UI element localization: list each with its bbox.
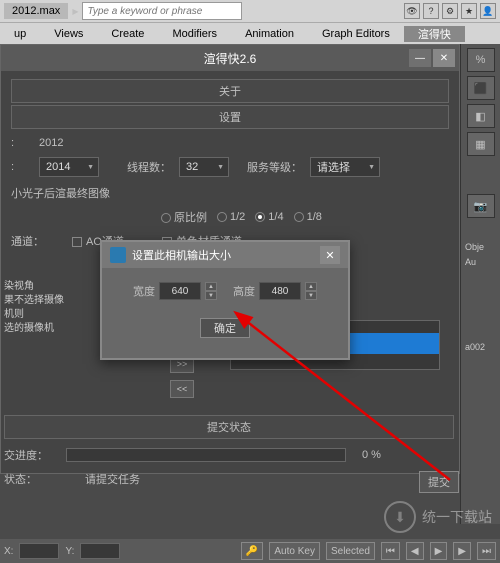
colon-label: :: [11, 161, 31, 173]
user-icon[interactable]: 👤: [480, 3, 496, 19]
height-up-icon[interactable]: ▲: [305, 282, 317, 291]
menu-up[interactable]: up: [0, 28, 40, 40]
render-note: 小光子后渲最终图像: [11, 185, 110, 201]
selected-dropdown[interactable]: Selected: [326, 542, 375, 560]
tool1-icon[interactable]: ⬛: [467, 76, 495, 100]
help-icon[interactable]: ?: [423, 3, 439, 19]
menu-views[interactable]: Views: [40, 28, 97, 40]
settings-header: 设置: [11, 105, 449, 129]
version-select[interactable]: 2014: [39, 157, 99, 177]
radio-quarter[interactable]: [255, 212, 265, 222]
app-icon: [110, 247, 126, 263]
y-label: Y:: [65, 546, 74, 557]
watermark: ⬇ 统一下载站: [384, 501, 492, 533]
object-list: Obje Au a002: [462, 240, 500, 355]
view-label: 染视角: [4, 280, 64, 294]
width-label: 宽度: [133, 283, 155, 299]
channel-label: 通道：: [11, 233, 44, 249]
file-tab[interactable]: 2012.max: [4, 3, 68, 19]
menu-animation[interactable]: Animation: [231, 28, 308, 40]
modal-title-bar: 设置此相机输出大小 ✕: [102, 242, 348, 268]
obj-header: Obje: [462, 240, 500, 255]
scroll-prev-button[interactable]: <<: [170, 380, 194, 398]
year-value: 2012: [39, 137, 63, 149]
progress-label: 交进度：: [4, 447, 48, 463]
width-down-icon[interactable]: ▼: [205, 291, 217, 300]
obj-au[interactable]: Au: [462, 255, 500, 270]
nocam-label: 果不选择摄像机则: [4, 294, 64, 322]
pct-icon[interactable]: %: [467, 48, 495, 72]
play-end-icon[interactable]: ⏭: [477, 542, 496, 560]
dropdown-icon[interactable]: ▶: [72, 7, 78, 16]
dialog-title-bar: 渲得快2.6 — ✕: [1, 45, 459, 71]
about-header: 关于: [11, 79, 449, 103]
service-select[interactable]: 请选择: [310, 157, 380, 177]
x-input[interactable]: [19, 543, 59, 559]
ratio-radio-group: 原比例 1/2 1/4 1/8: [161, 209, 322, 225]
menu-modifiers[interactable]: Modifiers: [158, 28, 231, 40]
threads-label: 线程数：: [127, 159, 171, 175]
progress-pct: 0 %: [362, 449, 381, 461]
height-input[interactable]: 480: [259, 282, 301, 300]
star-icon[interactable]: ★: [461, 3, 477, 19]
tool3-icon[interactable]: ▦: [467, 132, 495, 156]
play-start-icon[interactable]: ⏮: [381, 542, 400, 560]
status-bar: X: Y: 🔑 Auto Key Selected ⏮ ◀ ▶ ▶ ⏭: [0, 539, 500, 563]
search-input[interactable]: [82, 2, 242, 20]
submit-button[interactable]: 提交: [419, 471, 459, 493]
binoculars-icon[interactable]: 👁: [404, 3, 420, 19]
progress-bar: [66, 448, 346, 462]
year-label: :: [11, 137, 31, 149]
submit-section: 提交状态 交进度： 0 % 状态： 请提交任务 提交: [4, 415, 454, 495]
ok-button[interactable]: 确定: [200, 318, 250, 338]
output-size-modal: 设置此相机输出大小 ✕ 宽度 640 ▲ ▼ 高度 480 ▲ ▼ 确定: [100, 240, 350, 360]
menu-create[interactable]: Create: [97, 28, 158, 40]
y-input[interactable]: [80, 543, 120, 559]
selcam-label: 选的摄像机: [4, 322, 64, 336]
height-down-icon[interactable]: ▼: [305, 291, 317, 300]
play-prev-icon[interactable]: ◀: [406, 542, 424, 560]
status-label: 状态：: [4, 471, 37, 487]
title-bar: 2012.max ▶ 👁 ? ⚙ ★ 👤: [0, 0, 500, 22]
camera-icon[interactable]: 📷: [467, 194, 495, 218]
menu-graph-editors[interactable]: Graph Editors: [308, 28, 404, 40]
service-label: 服务等级：: [247, 159, 302, 175]
radio-half[interactable]: [217, 212, 227, 222]
dialog-title: 渲得快2.6: [204, 50, 257, 67]
width-input[interactable]: 640: [159, 282, 201, 300]
play-next-icon[interactable]: ▶: [453, 542, 471, 560]
width-up-icon[interactable]: ▲: [205, 282, 217, 291]
camera-labels: 染视角 果不选择摄像机则 选的摄像机: [4, 280, 64, 336]
submit-header: 提交状态: [4, 415, 454, 439]
modal-title: 设置此相机输出大小: [132, 247, 231, 263]
radio-original[interactable]: [161, 213, 171, 223]
watermark-text: 统一下载站: [422, 507, 492, 527]
modal-close-button[interactable]: ✕: [320, 246, 340, 264]
key-icon[interactable]: 🔑: [241, 542, 263, 560]
menu-plugin[interactable]: 渲得快: [404, 26, 465, 42]
menu-bar: up Views Create Modifiers Animation Grap…: [0, 22, 500, 44]
tool2-icon[interactable]: ◧: [467, 104, 495, 128]
ao-checkbox[interactable]: [72, 237, 82, 247]
play-icon[interactable]: ▶: [430, 542, 448, 560]
autokey-button[interactable]: Auto Key: [269, 542, 320, 560]
minimize-button[interactable]: —: [409, 49, 431, 67]
obj-item[interactable]: a002: [462, 340, 500, 355]
watermark-logo-icon: ⬇: [384, 501, 416, 533]
close-button[interactable]: ✕: [433, 49, 455, 67]
height-label: 高度: [233, 283, 255, 299]
radio-eighth[interactable]: [294, 212, 304, 222]
status-value: 请提交任务: [85, 471, 140, 487]
x-label: X:: [4, 546, 13, 557]
tool-icon[interactable]: ⚙: [442, 3, 458, 19]
threads-select[interactable]: 32: [179, 157, 229, 177]
